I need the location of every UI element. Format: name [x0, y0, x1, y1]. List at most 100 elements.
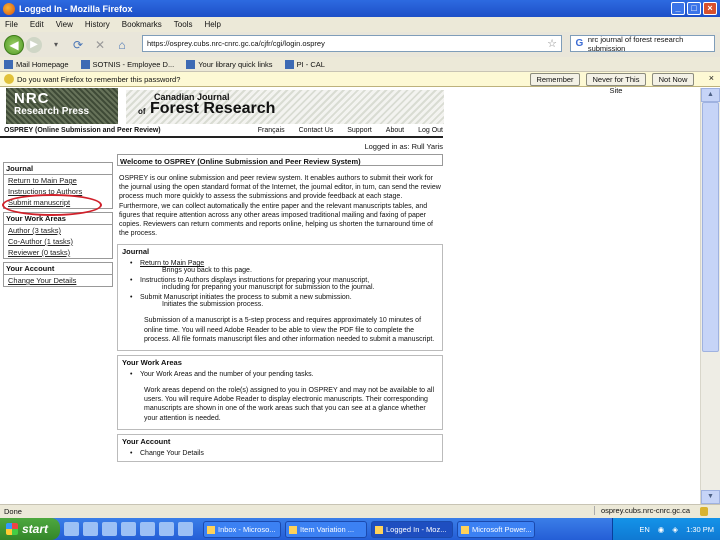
url-bar[interactable]: https://osprey.cubs.nrc-cnrc.gc.ca/cjfr/… — [142, 35, 562, 52]
forward-icon[interactable]: ▶ — [26, 36, 42, 53]
nav-change-details[interactable]: Change Your Details — [4, 275, 112, 286]
highlight-circle — [2, 194, 102, 216]
journal-banner: NRC Research Press Canadian Journal of F… — [0, 88, 444, 128]
status-bar: Done osprey.cubs.nrc-cnrc.gc.ca — [0, 504, 720, 518]
item-text: Submit Manuscript initiates the process … — [140, 294, 352, 302]
page-content: NRC Research Press Canadian Journal of F… — [0, 88, 700, 504]
nav-heading: Journal — [4, 163, 112, 175]
tray-icon[interactable]: ◉ — [658, 525, 665, 534]
close-button[interactable]: × — [703, 2, 717, 15]
maximize-button[interactable]: □ — [687, 2, 701, 15]
section-paragraph: Submission of a manuscript is a 5-step p… — [144, 317, 435, 343]
quicklaunch-icon[interactable] — [64, 522, 79, 536]
vertical-scrollbar[interactable]: ▲ ▼ — [700, 88, 720, 504]
quicklaunch-icon[interactable] — [140, 522, 155, 536]
menu-file[interactable]: File — [5, 20, 18, 29]
journal-title: Canadian Journal of Forest Research — [126, 90, 444, 124]
section-heading: Journal — [122, 247, 150, 257]
item-link[interactable]: Change Your Details — [140, 450, 204, 457]
item-text: Instructions to Authors displays instruc… — [140, 277, 370, 285]
lock-icon[interactable] — [700, 507, 708, 516]
quicklaunch-icon[interactable] — [121, 522, 136, 536]
window-title: Logged In - Mozilla Firefox — [19, 3, 133, 14]
window-titlebar: Logged In - Mozilla Firefox _ □ × — [0, 0, 720, 17]
quicklaunch-icon[interactable] — [83, 522, 98, 536]
menu-tools[interactable]: Tools — [174, 20, 193, 29]
link-francais[interactable]: Français — [258, 127, 285, 134]
nav-section-work-areas: Your Work Areas Author (3 tasks) Co-Auth… — [3, 212, 113, 259]
menu-history[interactable]: History — [85, 20, 110, 29]
intro-text: OSPREY is our online submission and peer… — [119, 175, 441, 238]
nav-heading: Your Account — [4, 263, 112, 275]
item-link[interactable]: Return to Main Page — [140, 260, 204, 267]
list-item: • Instructions to Authors displays instru… — [130, 277, 370, 285]
nrc-logo[interactable]: NRC Research Press — [6, 88, 118, 124]
item-text: Your Work Areas and the number of your p… — [140, 371, 314, 379]
section-heading: Your Work Areas — [122, 358, 182, 368]
scroll-up-icon[interactable]: ▲ — [701, 88, 720, 102]
home-icon[interactable]: ⌂ — [114, 38, 130, 52]
nav-return-main[interactable]: Return to Main Page — [4, 175, 112, 186]
never-for-site-button[interactable]: Never for This Site — [586, 73, 646, 95]
nav-reviewer-tasks[interactable]: Reviewer (0 tasks) — [4, 247, 112, 258]
main-panel: Welcome to OSPREY (Online Submission and… — [117, 154, 443, 466]
scroll-down-icon[interactable]: ▼ — [701, 490, 720, 504]
nav-coauthor-tasks[interactable]: Co-Author (1 tasks) — [4, 236, 112, 247]
navigation-toolbar: ◀ ▶ ▾ ⟳ ✕ ⌂ https://osprey.cubs.nrc-cnrc… — [0, 32, 720, 57]
search-text: nrc journal of forest research submissio… — [587, 34, 684, 53]
menu-view[interactable]: View — [56, 20, 73, 29]
not-now-button[interactable]: Not Now — [652, 73, 694, 86]
back-icon[interactable]: ◀ — [4, 34, 24, 55]
logged-in-status: Logged in as: Rull Yaris — [364, 142, 443, 151]
bookmark-item[interactable]: PI - CAL — [284, 59, 325, 69]
list-item: • Return to Main Page — [130, 260, 205, 268]
taskbar-item-firefox[interactable]: Logged In - Moz... — [371, 520, 453, 538]
history-dropdown-icon[interactable]: ▾ — [48, 40, 64, 49]
stop-icon[interactable]: ✕ — [92, 38, 108, 52]
minimize-button[interactable]: _ — [671, 2, 685, 15]
taskbar-item-variation[interactable]: Item Variation ... — [285, 520, 367, 538]
journal-section: Journal • Return to Main Page Brings you … — [117, 244, 443, 352]
menu-edit[interactable]: Edit — [30, 20, 44, 29]
language-indicator[interactable]: EN — [639, 525, 649, 534]
menu-bookmarks[interactable]: Bookmarks — [122, 20, 162, 29]
status-text: Done — [4, 507, 22, 516]
remember-button[interactable]: Remember — [530, 73, 580, 86]
start-button[interactable]: start — [0, 518, 60, 540]
site-nav: OSPREY (Online Submission and Peer Revie… — [0, 126, 443, 138]
list-item: • Change Your Details — [130, 449, 204, 457]
link-contact-us[interactable]: Contact Us — [299, 127, 334, 134]
quicklaunch-icon[interactable] — [159, 522, 174, 536]
close-notification-icon[interactable]: × — [709, 73, 714, 83]
left-navigation: Journal Return to Main Page Instructions… — [2, 162, 113, 290]
reload-icon[interactable]: ⟳ — [70, 38, 86, 52]
password-notification-bar: Do you want Firefox to remember this pas… — [0, 72, 720, 95]
bookmark-star-icon[interactable]: ☆ — [547, 37, 557, 50]
taskbar-item-powerpoint[interactable]: Microsoft Power... — [457, 520, 535, 538]
bookmarks-toolbar: Mail Homepage SOTNIS - Employee D... You… — [0, 57, 720, 72]
taskbar-item-inbox[interactable]: Inbox - Microso... — [203, 520, 281, 538]
google-icon: G — [575, 38, 584, 49]
tray-icon[interactable]: ◈ — [672, 525, 678, 534]
scroll-thumb[interactable] — [702, 102, 719, 352]
menu-help[interactable]: Help — [204, 20, 220, 29]
bookmark-item[interactable]: SOTNIS - Employee D... — [80, 59, 174, 69]
link-support[interactable]: Support — [347, 127, 372, 134]
list-item: • Submit Manuscript initiates the process… — [130, 294, 352, 302]
work-areas-section: Your Work Areas • Your Work Areas and the… — [117, 355, 443, 430]
link-about[interactable]: About — [386, 127, 404, 134]
clock: 1:30 PM — [686, 524, 714, 534]
nav-section-journal: Journal Return to Main Page Instructions… — [2, 162, 113, 216]
windows-taskbar: start Inbox - Microso... Item Variation … — [0, 518, 720, 540]
link-log-out[interactable]: Log Out — [418, 127, 443, 134]
windows-flag-icon — [6, 523, 18, 535]
bookmark-item[interactable]: Mail Homepage — [4, 59, 69, 69]
bookmark-item[interactable]: Your library quick links — [186, 59, 273, 69]
quicklaunch-icon[interactable] — [102, 522, 117, 536]
quicklaunch-icon[interactable] — [178, 522, 193, 536]
search-box[interactable]: G nrc journal of forest research submiss… — [570, 34, 715, 53]
item-description: Brings you back to this page. — [162, 267, 252, 275]
notification-text: Do you want Firefox to remember this pas… — [17, 74, 181, 84]
section-paragraph: Work areas depend on the role(s) assigne… — [144, 387, 435, 422]
nav-author-tasks[interactable]: Author (3 tasks) — [4, 225, 112, 236]
